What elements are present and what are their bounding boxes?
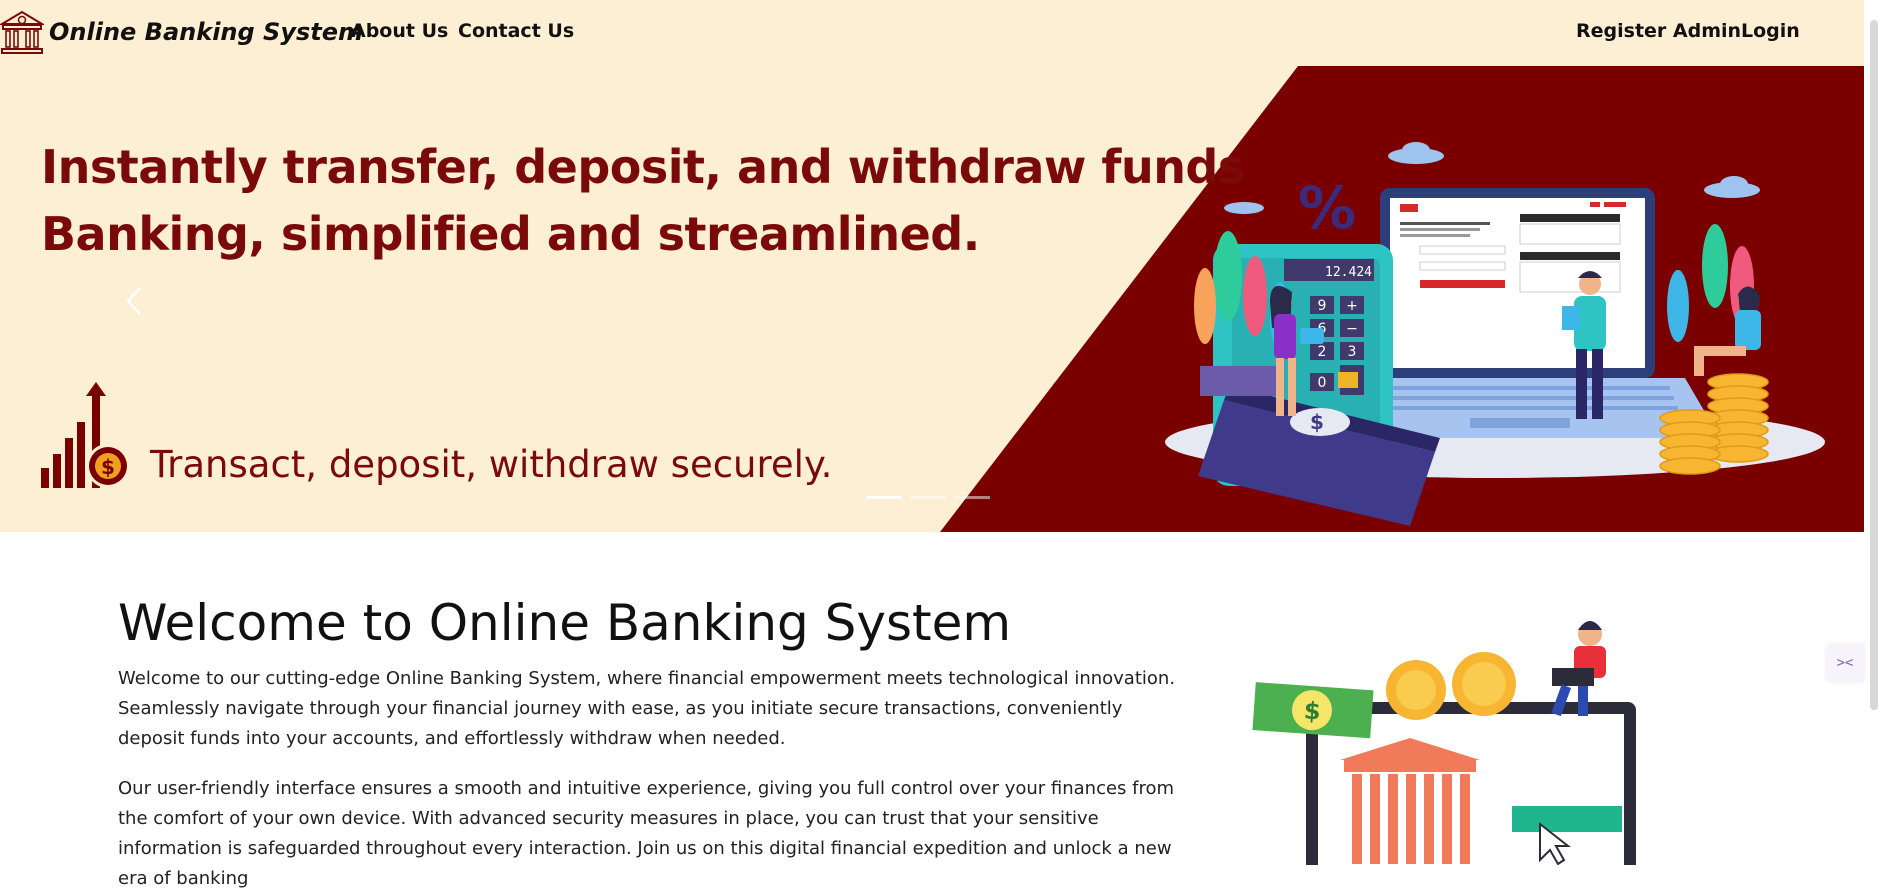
brand-name: Online Banking System <box>49 18 364 46</box>
navbar: Online Banking System About Us Contact U… <box>0 0 1885 66</box>
welcome-paragraph-2: Our user-friendly interface ensures a sm… <box>118 778 1175 889</box>
svg-text:−: − <box>1346 321 1358 337</box>
svg-text:$: $ <box>1310 410 1324 434</box>
carousel-indicator-3[interactable] <box>954 496 990 499</box>
hero-headline-1: Instantly transfer, deposit, and withdra… <box>41 140 1245 194</box>
carousel-indicator-1[interactable] <box>866 496 902 499</box>
svg-text:12.424: 12.424 <box>1325 265 1372 280</box>
collapse-icon: >< <box>1836 655 1854 671</box>
welcome-paragraph-1: Welcome to our cutting-edge Online Banki… <box>118 668 1176 749</box>
nav-about-us[interactable]: About Us <box>351 20 448 42</box>
svg-text:$: $ <box>1303 697 1322 726</box>
svg-text:+: + <box>1346 298 1358 314</box>
scrollbar-thumb[interactable] <box>1870 20 1878 710</box>
bank-illustration: $ <box>1252 621 1636 865</box>
hero-carousel: % 12.424 9 + 6 <box>0 66 1864 532</box>
nav-register-admin[interactable]: Register Admin <box>1576 20 1741 42</box>
bank-building-icon <box>0 10 44 54</box>
svg-text:2: 2 <box>1318 344 1327 360</box>
hero-tagline: Transact, deposit, withdraw securely. <box>150 443 833 486</box>
hero-headline-2: Banking, simplified and streamlined. <box>41 207 980 261</box>
chevron-left-icon <box>126 287 141 315</box>
svg-text:9: 9 <box>1318 298 1327 314</box>
welcome-title: Welcome to Online Banking System <box>118 594 1012 652</box>
carousel-prev-button[interactable] <box>118 276 158 326</box>
nav-login[interactable]: Login <box>1741 20 1800 42</box>
svg-text:3: 3 <box>1348 344 1357 360</box>
svg-text:%: % <box>1298 174 1356 242</box>
side-collapse-tab[interactable]: >< <box>1826 644 1864 682</box>
nav-contact-us[interactable]: Contact Us <box>458 20 574 42</box>
brand[interactable]: Online Banking System <box>0 8 363 56</box>
carousel-indicator-2[interactable] <box>910 496 946 499</box>
svg-text:0: 0 <box>1318 375 1327 391</box>
svg-text:$: $ <box>101 455 115 479</box>
